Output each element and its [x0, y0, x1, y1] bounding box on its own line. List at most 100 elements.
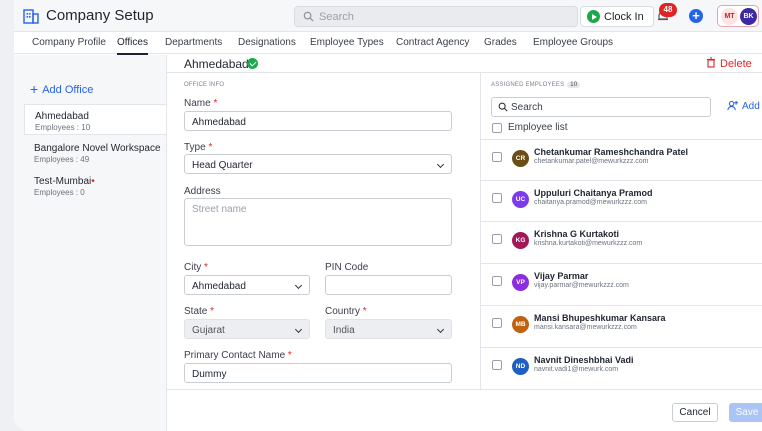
assigned-employees-heading: ASSIGNED EMPLOYEES 10	[491, 82, 581, 88]
tab-departments[interactable]: Departments	[165, 37, 222, 48]
employee-name: Mansi Bhupeshkumar Kansara	[534, 313, 666, 323]
type-label-text: Type	[184, 142, 206, 153]
employee-email: krishna.kurtakoti@mewurkzzz.com	[534, 240, 643, 247]
required-mark: *	[204, 262, 208, 273]
add-office-button[interactable]: + Add Office	[30, 81, 93, 97]
employee-checkbox[interactable]	[492, 193, 502, 203]
search-icon	[498, 102, 508, 112]
city-select[interactable]: Ahmedabad	[184, 275, 310, 295]
name-label: Name *	[184, 98, 217, 109]
assigned-employees-text: ASSIGNED EMPLOYEES	[491, 82, 565, 88]
office-employee-count: Employees : 10	[35, 123, 91, 132]
cancel-button[interactable]: Cancel	[672, 403, 718, 422]
tab-grades[interactable]: Grades	[484, 37, 517, 48]
country-select-value: India	[333, 325, 355, 336]
chevron-down-icon	[294, 325, 303, 334]
name-field[interactable]: Ahmedabad	[184, 111, 452, 131]
avatar: VP	[512, 274, 529, 291]
sidebar-item-test-mumbai[interactable]: Test-Mumbai• Employees : 0	[24, 170, 166, 201]
office-name-text: Test-Mumbai	[34, 176, 92, 187]
delete-button[interactable]: Delete	[706, 57, 752, 70]
chevron-down-icon	[294, 281, 303, 290]
add-office-label: Add Office	[42, 84, 94, 96]
list-item[interactable]: MB Mansi Bhupeshkumar Kansara mansi.kans…	[481, 305, 762, 345]
office-detail-panel: Ahmedabad Delete OFFICE INFO Name * Ahme…	[166, 55, 762, 431]
avatar: MB	[512, 316, 529, 333]
sidebar-item-bangalore[interactable]: Bangalore Novel Workspace Employees : 49	[24, 137, 166, 168]
employee-email: chetankumar.patel@mewurkzzz.com	[534, 158, 649, 165]
employee-checkbox[interactable]	[492, 234, 502, 244]
list-item[interactable]: VP Vijay Parmar vijay.parmar@mewurkzzz.c…	[481, 263, 762, 303]
avatar: CR	[512, 150, 529, 167]
save-button[interactable]: Save	[729, 403, 762, 422]
required-mark: *	[287, 350, 292, 361]
plus-icon: +	[30, 81, 39, 97]
city-label-text: City	[184, 262, 202, 273]
required-mark: *	[213, 98, 218, 109]
page-title: Company Setup	[46, 7, 154, 24]
country-select[interactable]: India	[325, 319, 452, 339]
global-search-input[interactable]: Search	[294, 6, 578, 27]
state-select[interactable]: Gujarat	[184, 319, 310, 339]
delete-label: Delete	[720, 58, 752, 70]
employee-name: Krishna G Kurtakoti	[534, 229, 620, 239]
office-name: Ahmedabad	[35, 111, 89, 122]
employee-checkbox[interactable]	[492, 152, 502, 162]
check-circle-icon	[247, 58, 258, 69]
contact-name-field[interactable]: Dummy	[184, 363, 452, 383]
office-employee-count: Employees : 49	[34, 155, 90, 164]
tab-company-profile[interactable]: Company Profile	[32, 37, 106, 48]
city-label: City *	[184, 262, 208, 273]
quick-add-button[interactable]: +	[689, 9, 703, 23]
country-label-text: Country	[325, 306, 361, 317]
building-icon	[23, 9, 39, 24]
type-select[interactable]: Head Quarter	[184, 154, 452, 174]
tab-designations[interactable]: Designations	[238, 37, 296, 48]
address-field[interactable]: Street name	[184, 198, 452, 246]
state-label-text: State	[184, 306, 208, 317]
employee-count-badge: 10	[567, 82, 581, 88]
country-label: Country *	[325, 306, 367, 317]
employee-email: vijay.parmar@mewurkzzz.com	[534, 282, 629, 289]
tab-employee-types[interactable]: Employee Types	[310, 37, 384, 48]
tab-contract-agency[interactable]: Contract Agency	[396, 37, 469, 48]
sidebar-item-ahmedabad[interactable]: Ahmedabad Employees : 10	[24, 104, 166, 135]
list-item[interactable]: KG Krishna G Kurtakoti krishna.kurtakoti…	[481, 221, 762, 261]
avatar: UC	[512, 191, 529, 208]
list-item[interactable]: CR Chetankumar Rameshchandra Patel cheta…	[481, 139, 762, 179]
incomplete-dot: •	[91, 176, 95, 187]
type-select-value: Head Quarter	[192, 160, 253, 171]
top-bar: Company Setup Search Clock In 48 + MT BK	[14, 0, 762, 32]
clock-in-button[interactable]: Clock In	[580, 6, 654, 27]
employee-checkbox[interactable]	[492, 276, 502, 286]
employee-checkbox[interactable]	[492, 318, 502, 328]
tab-offices[interactable]: Offices	[117, 37, 148, 55]
office-info-heading: OFFICE INFO	[184, 82, 225, 88]
office-name: Bangalore Novel Workspace	[34, 143, 161, 154]
select-all-checkbox[interactable]	[492, 123, 502, 133]
tab-bar: Company Profile Offices Departments Desi…	[14, 32, 762, 55]
tab-employee-groups[interactable]: Employee Groups	[533, 37, 613, 48]
search-placeholder: Search	[319, 11, 354, 23]
office-name: Test-Mumbai•	[34, 176, 95, 187]
avatar: KG	[512, 232, 529, 249]
search-icon	[303, 11, 314, 22]
employee-name: Uppuluri Chaitanya Pramod	[534, 188, 653, 198]
address-placeholder: Street name	[192, 204, 247, 215]
employee-checkbox[interactable]	[492, 360, 502, 370]
add-user-icon	[727, 100, 738, 111]
avatar: MT	[721, 8, 738, 25]
employee-email: navnit.vadi1@mewurk.com	[534, 366, 619, 373]
notification-badge: 48	[659, 3, 677, 17]
contact-name-label: Primary Contact Name *	[184, 350, 292, 361]
add-employee-button[interactable]: Add	[727, 100, 760, 112]
employee-email: chaitanya.pramod@mewurkzzz.com	[534, 199, 647, 206]
address-label: Address	[184, 186, 221, 197]
office-sidebar: + Add Office Ahmedabad Employees : 10 Ban…	[14, 55, 166, 431]
user-switcher[interactable]: MT BK	[717, 5, 759, 27]
list-item[interactable]: ND Navnit Dineshbhai Vadi navnit.vadi1@m…	[481, 347, 762, 389]
play-icon	[587, 10, 600, 23]
list-item[interactable]: UC Uppuluri Chaitanya Pramod chaitanya.p…	[481, 180, 762, 220]
pin-code-field[interactable]	[325, 275, 452, 295]
employee-search-input[interactable]: Search	[491, 97, 711, 117]
